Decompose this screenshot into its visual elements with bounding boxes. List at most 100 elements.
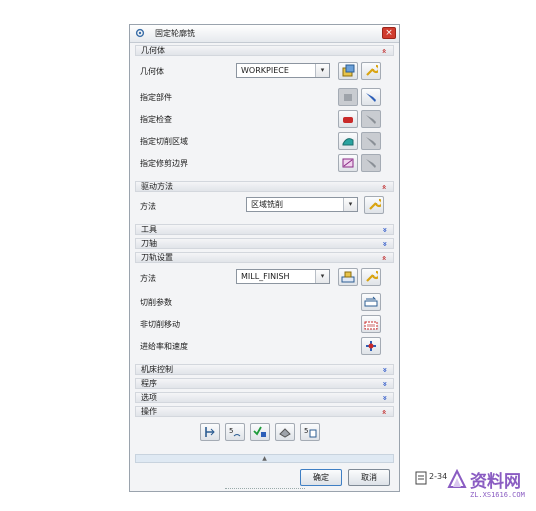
flashlight-icon xyxy=(366,159,376,168)
expand-icon[interactable]: » xyxy=(379,395,389,400)
part-label: 指定部件 xyxy=(140,93,172,102)
display-cut-area-button[interactable] xyxy=(361,132,381,150)
ok-button[interactable]: 确定 xyxy=(300,469,342,486)
part-icon xyxy=(344,94,352,101)
non-cut-moves-button[interactable] xyxy=(361,315,381,333)
fixed-contour-mill-dialog: 固定轮廓铣 × 几何体 » 几何体 WORKPIECE ▾ 指定部件 指定检查 xyxy=(129,24,400,492)
gear-icon xyxy=(135,28,145,38)
cut-params-icon xyxy=(364,296,378,307)
expand-icon[interactable]: » xyxy=(379,367,389,372)
document-icon xyxy=(415,471,427,485)
section-title: 工具 xyxy=(141,225,157,234)
list-output-button[interactable]: 5 xyxy=(300,423,320,441)
geometry-select[interactable]: WORKPIECE ▾ xyxy=(236,63,330,78)
drive-method-select[interactable]: 区域铣削 ▾ xyxy=(246,197,358,212)
section-drive-method[interactable]: 驱动方法 » xyxy=(135,181,394,192)
flashlight-icon xyxy=(366,137,376,146)
cut-area-label: 指定切削区域 xyxy=(140,137,188,146)
watermark-area: 2-34 资料网 ZL.XS1616.COM xyxy=(414,467,536,507)
edit-method-button[interactable] xyxy=(361,268,381,286)
section-machine-control[interactable]: 机床控制 » xyxy=(135,364,394,375)
feeds-speeds-button[interactable] xyxy=(361,337,381,355)
expand-bar[interactable]: ▲ xyxy=(135,454,394,463)
section-program[interactable]: 程序 » xyxy=(135,378,394,389)
feeds-speeds-icon xyxy=(366,341,376,351)
geometry-value: WORKPIECE xyxy=(241,66,289,75)
generate-button[interactable] xyxy=(200,423,220,441)
wrench-icon xyxy=(369,198,381,210)
svg-text:5: 5 xyxy=(304,427,308,435)
path-method-value: MILL_FINISH xyxy=(241,272,290,281)
dialog-title: 固定轮廓铣 xyxy=(155,29,195,38)
wrench-icon xyxy=(366,64,378,76)
section-title: 刀轨设置 xyxy=(141,253,173,262)
section-tool[interactable]: 工具 » xyxy=(135,224,394,235)
collapse-icon[interactable]: » xyxy=(379,184,389,189)
section-title: 几何体 xyxy=(141,46,165,55)
replay-icon: 5 xyxy=(229,427,241,437)
section-geometry[interactable]: 几何体 » xyxy=(135,45,394,56)
expand-icon[interactable]: » xyxy=(379,381,389,386)
check-label: 指定检查 xyxy=(140,115,172,124)
cut-params-label: 切削参数 xyxy=(140,298,172,307)
title-bar: 固定轮廓铣 × xyxy=(130,25,399,43)
new-method-icon xyxy=(341,271,355,283)
collapse-icon[interactable]: » xyxy=(379,48,389,53)
specify-cut-area-button[interactable] xyxy=(338,132,358,150)
specify-check-button[interactable] xyxy=(338,110,358,128)
verify-button[interactable] xyxy=(250,423,270,441)
display-check-button[interactable] xyxy=(361,110,381,128)
chevron-down-icon[interactable]: ▾ xyxy=(315,270,329,283)
non-cut-label: 非切削移动 xyxy=(140,320,180,329)
section-title: 刀轴 xyxy=(141,239,157,248)
section-tool-axis[interactable]: 刀轴 » xyxy=(135,238,394,249)
non-cut-moves-icon xyxy=(364,321,378,330)
watermark-logo-icon xyxy=(447,469,467,488)
simulate-button[interactable] xyxy=(275,423,295,441)
side-fragment-text: 2-34 xyxy=(429,472,448,481)
expand-icon[interactable]: » xyxy=(379,241,389,246)
section-title: 选项 xyxy=(141,393,157,402)
flashlight-icon xyxy=(366,115,376,124)
section-actions[interactable]: 操作 » xyxy=(135,406,394,417)
section-title: 程序 xyxy=(141,379,157,388)
display-part-button[interactable] xyxy=(361,88,381,106)
path-method-label: 方法 xyxy=(140,274,156,283)
trim-boundary-icon xyxy=(342,158,354,168)
edit-drive-method-button[interactable] xyxy=(364,196,384,214)
display-trim-button[interactable] xyxy=(361,154,381,172)
expand-icon[interactable]: » xyxy=(379,227,389,232)
simulate-icon xyxy=(279,428,291,438)
generate-icon xyxy=(205,427,215,437)
drive-method-value: 区域铣削 xyxy=(251,200,283,209)
feeds-label: 进给率和速度 xyxy=(140,342,188,351)
trim-label: 指定修剪边界 xyxy=(140,159,188,168)
specify-trim-button[interactable] xyxy=(338,154,358,172)
watermark-url: ZL.XS1616.COM xyxy=(470,491,525,499)
specify-part-button[interactable] xyxy=(338,88,358,106)
verify-icon xyxy=(253,426,266,437)
edit-geometry-button[interactable] xyxy=(361,62,381,80)
section-title: 操作 xyxy=(141,407,157,416)
path-method-select[interactable]: MILL_FINISH ▾ xyxy=(236,269,330,284)
cancel-button[interactable]: 取消 xyxy=(348,469,390,486)
section-options[interactable]: 选项 » xyxy=(135,392,394,403)
resize-grip[interactable] xyxy=(225,488,305,492)
list-output-icon: 5 xyxy=(304,427,317,438)
geometry-label: 几何体 xyxy=(140,67,164,76)
drive-method-label: 方法 xyxy=(140,202,156,211)
new-geometry-button[interactable] xyxy=(338,62,358,80)
chevron-down-icon[interactable]: ▾ xyxy=(315,64,329,77)
new-method-button[interactable] xyxy=(338,268,358,286)
cut-area-icon xyxy=(342,138,354,146)
section-path-settings[interactable]: 刀轨设置 » xyxy=(135,252,394,263)
collapse-icon[interactable]: » xyxy=(379,409,389,414)
section-title: 机床控制 xyxy=(141,365,173,374)
chevron-down-icon[interactable]: ▾ xyxy=(343,198,357,211)
cut-params-button[interactable] xyxy=(361,293,381,311)
new-geometry-icon xyxy=(342,64,355,77)
close-button[interactable]: × xyxy=(382,27,396,39)
replay-button[interactable]: 5 xyxy=(225,423,245,441)
collapse-icon[interactable]: » xyxy=(379,255,389,260)
flashlight-icon xyxy=(366,93,376,102)
